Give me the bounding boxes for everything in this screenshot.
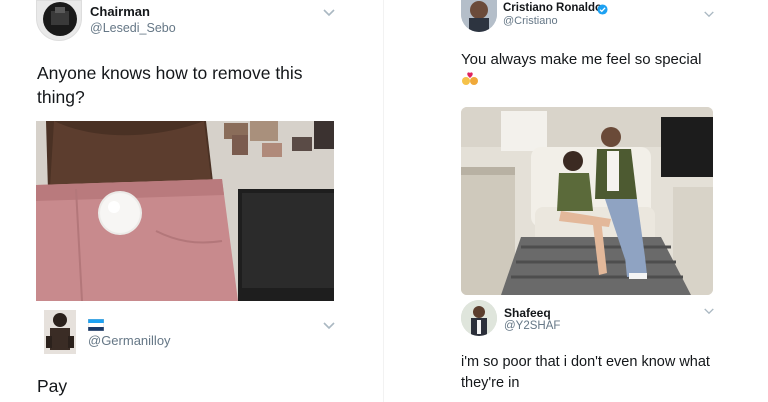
verified-badge-icon — [597, 2, 608, 20]
cristiano-tweet-text: You always make me feel so special — [461, 51, 702, 68]
cristiano-attached-photo[interactable] — [461, 107, 713, 295]
panel-divider — [383, 0, 384, 402]
chevron-down-icon[interactable] — [703, 6, 715, 24]
germanilloy-avatar[interactable] — [44, 310, 76, 354]
couple-emoji-icon — [461, 72, 479, 93]
shafeeq-handle[interactable]: @Y2SHAF — [504, 320, 560, 332]
germanilloy-tweet-text: Pay — [37, 376, 68, 396]
cristiano-handle[interactable]: @Cristiano — [503, 15, 558, 27]
chevron-down-icon[interactable] — [322, 5, 336, 23]
chevron-down-icon[interactable] — [703, 303, 715, 321]
shafeeq-tweet-text: i'm so poor that i don't even know what … — [461, 354, 710, 392]
shafeeq-name[interactable]: Shafeeq — [504, 306, 551, 320]
chairman-attached-photo[interactable] — [36, 121, 334, 301]
chairman-name[interactable]: Chairman — [90, 4, 150, 19]
chairman-tweet-text: Anyone knows how to remove this thing? — [37, 63, 303, 107]
chairman-handle[interactable]: @Lesedi_Sebo — [90, 21, 176, 35]
chevron-down-icon[interactable] — [322, 318, 336, 336]
germanilloy-handle[interactable]: @Germanilloy — [88, 333, 171, 348]
cristiano-name[interactable]: Cristiano Ronaldo — [503, 2, 602, 14]
shafeeq-avatar[interactable] — [461, 300, 497, 336]
